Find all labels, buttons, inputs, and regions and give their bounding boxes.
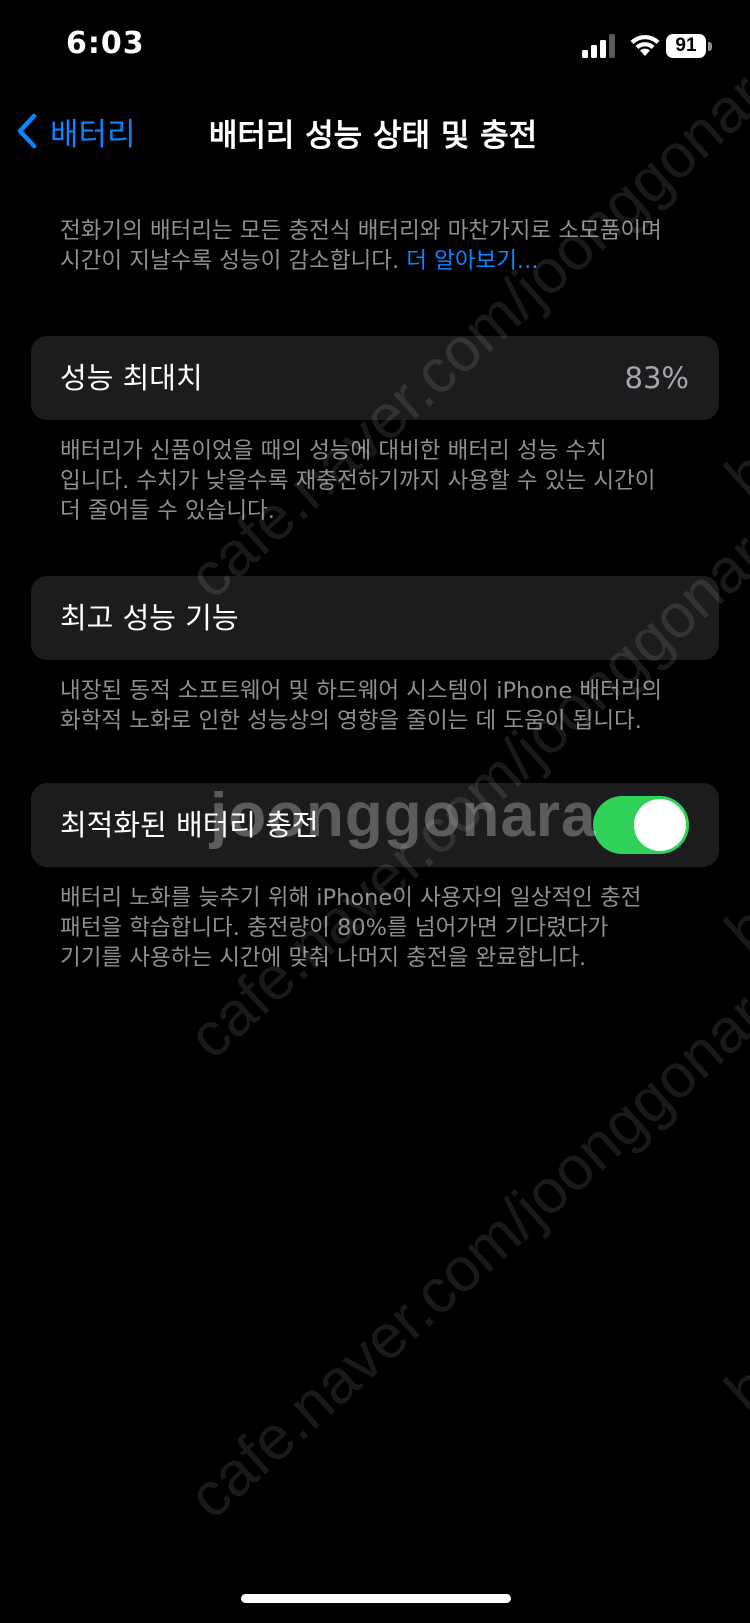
max-capacity-row: 성능 최대치 83%: [31, 336, 719, 420]
optimized-charging-description: 배터리 노화를 늦추기 위해 iPhone이 사용자의 일상적인 충전 패턴을 …: [60, 883, 700, 973]
watermark-edge-text: bo: [712, 1329, 750, 1428]
watermark-text: cafe.naver.com/joonggonara: [175, 957, 750, 1533]
description-line: 배터리 노화를 늦추기 위해 iPhone이 사용자의 일상적인 충전: [60, 885, 642, 911]
watermark-edge-text: bo: [712, 869, 750, 968]
home-indicator[interactable]: [241, 1594, 511, 1603]
optimized-charging-row: 최적화된 배터리 충전: [31, 783, 719, 867]
description-line: 화학적 노화로 인한 성능상의 영향을 줄이는 데 도움이 됩니다.: [60, 708, 642, 734]
status-time: 6:03: [66, 26, 145, 61]
description-line: 입니다. 수치가 낮을수록 재충전하기까지 사용할 수 있는 시간이: [60, 468, 656, 494]
description-line: 기기를 사용하는 시간에 맞춰 나머지 충전을 완료합니다.: [60, 945, 587, 971]
page-title: 배터리 성능 상태 및 충전: [208, 118, 538, 154]
intro-text: 전화기의 배터리는 모든 충전식 배터리와 마찬가지로 소모품이며 시간이 지날…: [60, 216, 700, 276]
intro-line-1: 전화기의 배터리는 모든 충전식 배터리와 마찬가지로 소모품이며: [60, 218, 662, 244]
peak-performance-label: 최고 성능 기능: [60, 601, 239, 635]
toggle-knob: [634, 799, 686, 851]
description-line: 패턴을 학습합니다. 충전량이 80%를 넘어가면 기다렸다가: [60, 915, 609, 941]
wifi-icon: [630, 34, 660, 56]
watermark-edge-text: bo: [712, 414, 750, 513]
battery-icon: 91: [666, 34, 712, 60]
intro-line-2: 시간이 지날수록 성능이 감소합니다.: [60, 248, 400, 274]
battery-level: 91: [666, 34, 706, 58]
description-line: 내장된 동적 소프트웨어 및 하드웨어 시스템이 iPhone 배터리의: [60, 678, 663, 704]
cellular-signal-icon: [582, 34, 615, 58]
description-line: 배터리가 신품이었을 때의 성능에 대비한 배터리 성능 수치: [60, 438, 607, 464]
peak-performance-description: 내장된 동적 소프트웨어 및 하드웨어 시스템이 iPhone 배터리의 화학적…: [60, 676, 700, 736]
description-line: 더 줄어들 수 있습니다.: [60, 498, 275, 524]
max-capacity-label: 성능 최대치: [60, 361, 203, 395]
optimized-charging-toggle[interactable]: [593, 796, 689, 854]
optimized-charging-label: 최적화된 배터리 충전: [60, 808, 319, 842]
max-capacity-description: 배터리가 신품이었을 때의 성능에 대비한 배터리 성능 수치 입니다. 수치가…: [60, 436, 700, 526]
max-capacity-value: 83%: [624, 361, 689, 395]
learn-more-link[interactable]: 더 알아보기...: [406, 248, 538, 274]
peak-performance-row: 최고 성능 기능: [31, 576, 719, 660]
